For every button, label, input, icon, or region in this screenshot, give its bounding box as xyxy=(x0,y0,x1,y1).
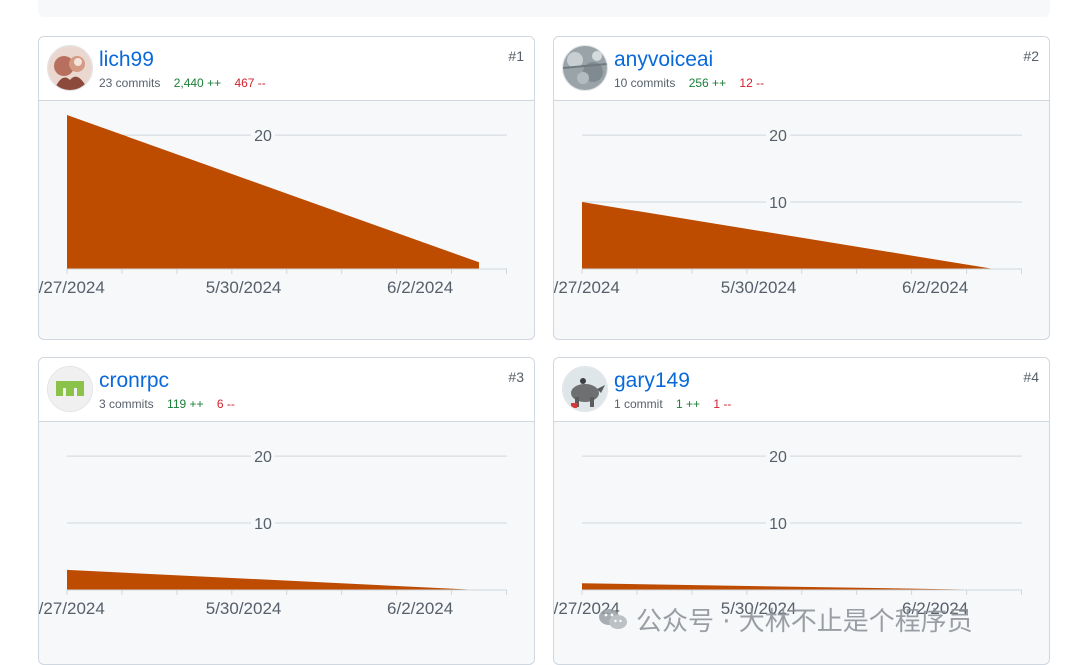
x-tick-label: 6/2/2024 xyxy=(902,278,968,297)
area-series xyxy=(67,569,479,590)
contributor-card: cronrpc 3 commits 119 ++ 6 -- #3 10 20 5/2… xyxy=(38,357,535,665)
x-tick-label: 5/27/2024 xyxy=(39,599,105,618)
rank-label: #2 xyxy=(1023,48,1039,64)
rank-label: #1 xyxy=(508,48,524,64)
y-tick-label: 20 xyxy=(254,449,272,466)
x-tick-label: 6/2/2024 xyxy=(387,278,453,297)
commit-activity-chart: 20 5/27/2024 5/30/2024 6/2/2024 xyxy=(39,115,507,297)
deletions-count: 12 -- xyxy=(739,76,765,90)
avatar-identicon-icon[interactable] xyxy=(47,366,93,412)
x-tick-label: 5/27/2024 xyxy=(39,278,105,297)
x-tick-label: 5/30/2024 xyxy=(206,278,282,297)
y-tick-label: 10 xyxy=(254,516,272,533)
contributor-username-link[interactable]: cronrpc xyxy=(99,368,169,394)
watermark: 公众号 · 大林不止是个程序员 xyxy=(598,602,973,637)
x-tick-label: 5/30/2024 xyxy=(721,278,797,297)
contribution-stats: 1 commit 1 ++ 1 -- xyxy=(614,396,731,412)
deletions-count: 6 -- xyxy=(216,397,235,411)
card-header: anyvoiceai 10 commits 256 ++ 12 -- #2 xyxy=(554,37,1049,101)
card-header: cronrpc 3 commits 119 ++ 6 -- #3 xyxy=(39,358,534,422)
avatar-photo-icon[interactable] xyxy=(47,45,93,91)
x-tick-label: 5/27/2024 xyxy=(554,278,620,297)
wechat-icon xyxy=(599,609,627,629)
commit-count[interactable]: 10 commits xyxy=(614,76,675,90)
commit-activity-chart: 10 20 5/27/2024 5/30/2024 6/2/2024 xyxy=(39,446,507,618)
x-tick-label: 5/30/2024 xyxy=(206,599,282,618)
watermark-text: 公众号 · 大林不止是个程序员 xyxy=(636,606,973,637)
card-header: gary149 1 commit 1 ++ 1 -- #4 xyxy=(554,358,1049,422)
contribution-stats: 10 commits 256 ++ 12 -- xyxy=(614,75,764,91)
avatar-rhino-icon[interactable] xyxy=(562,366,608,412)
contribution-stats: 23 commits 2,440 ++ 467 -- xyxy=(99,75,266,91)
additions-count: 1 ++ xyxy=(676,397,701,411)
contributor-username-link[interactable]: lich99 xyxy=(99,47,154,73)
y-tick-label: 20 xyxy=(254,128,272,145)
y-tick-label: 20 xyxy=(769,449,787,466)
commit-activity-chart: 10 20 5/27/2024 5/30/2024 6/2/2024 xyxy=(554,125,1022,297)
deletions-count: 1 -- xyxy=(713,397,732,411)
contributor-card: anyvoiceai 10 commits 256 ++ 12 -- #2 10… xyxy=(553,36,1050,340)
top-panel-edge xyxy=(38,0,1050,17)
x-tick-label: 6/2/2024 xyxy=(387,599,453,618)
y-tick-label: 10 xyxy=(769,195,787,212)
commit-count[interactable]: 1 commit xyxy=(614,397,663,411)
contribution-stats: 3 commits 119 ++ 6 -- xyxy=(99,396,235,412)
contributor-card: lich99 23 commits 2,440 ++ 467 -- #1 20 5… xyxy=(38,36,535,340)
y-tick-label: 20 xyxy=(769,128,787,145)
commit-count[interactable]: 23 commits xyxy=(99,76,160,90)
avatar-texture-icon[interactable] xyxy=(562,45,608,91)
rank-label: #3 xyxy=(508,369,524,385)
contributor-username-link[interactable]: gary149 xyxy=(614,368,690,394)
additions-count: 256 ++ xyxy=(688,76,727,90)
area-series xyxy=(582,583,994,590)
area-series xyxy=(582,202,994,269)
additions-count: 119 ++ xyxy=(167,397,204,411)
card-header: lich99 23 commits 2,440 ++ 467 -- #1 xyxy=(39,37,534,101)
additions-count: 2,440 ++ xyxy=(173,76,222,90)
contributor-username-link[interactable]: anyvoiceai xyxy=(614,47,713,73)
commit-count[interactable]: 3 commits xyxy=(99,397,154,411)
deletions-count: 467 -- xyxy=(234,76,266,90)
rank-label: #4 xyxy=(1023,369,1039,385)
y-tick-label: 10 xyxy=(769,516,787,533)
